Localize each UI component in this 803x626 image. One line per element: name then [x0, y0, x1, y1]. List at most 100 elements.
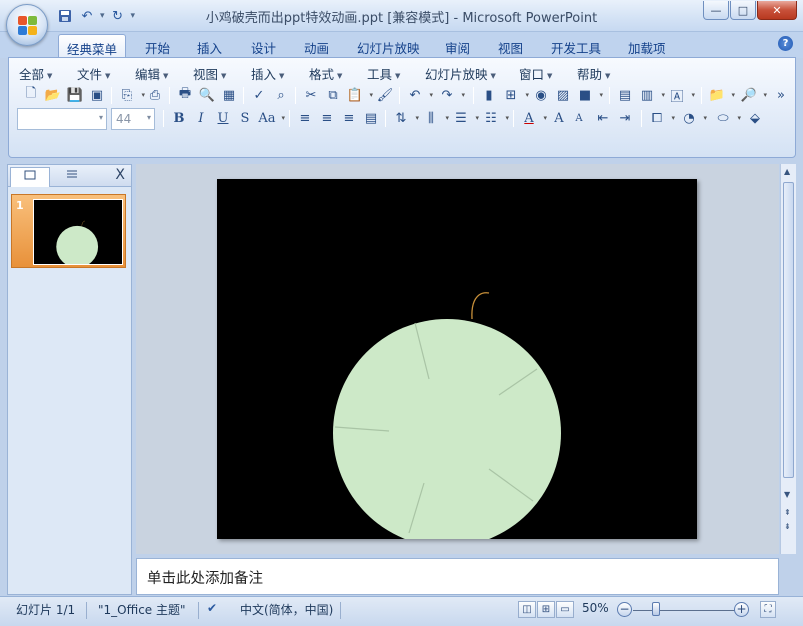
align-center-icon[interactable]: ≡ [317, 108, 337, 128]
menu-insert[interactable]: 插入 ▼ [251, 64, 284, 83]
cut-icon[interactable]: ✂ [301, 85, 321, 105]
underline-button[interactable]: U [213, 108, 233, 128]
notes-pane[interactable]: 单击此处添加备注 [136, 558, 779, 595]
scroll-thumb[interactable] [783, 182, 794, 478]
menu-tools[interactable]: 工具 ▼ [367, 64, 400, 83]
tab-slides[interactable] [10, 167, 50, 187]
shadow-button[interactable]: S [235, 108, 255, 128]
more-icon[interactable]: » [771, 85, 791, 105]
justify-icon[interactable]: ▤ [361, 108, 381, 128]
scroll-down-icon[interactable]: ▼ [784, 490, 790, 499]
align-right-icon[interactable]: ≡ [339, 108, 359, 128]
shrink-font-button[interactable]: A [569, 108, 589, 128]
tab-home[interactable]: 开始 [137, 34, 178, 58]
text-direction-icon[interactable]: ⇅ [391, 108, 419, 128]
office-button[interactable] [6, 4, 48, 46]
save-as-pdf-icon[interactable]: ▣ [87, 85, 107, 105]
close-pane-icon[interactable]: X [115, 167, 125, 183]
columns-icon[interactable]: ⫼ [421, 108, 449, 128]
numbering-icon[interactable]: ☰ [451, 108, 479, 128]
font-size-combo[interactable]: 44 [111, 108, 155, 130]
menu-format[interactable]: 格式 ▼ [309, 64, 342, 83]
scroll-up-icon[interactable]: ▲ [784, 167, 790, 176]
permission-icon[interactable]: ⎙ [145, 85, 165, 105]
tab-view[interactable]: 视图 [490, 34, 531, 58]
slideshow-view-icon[interactable]: ▭ [556, 601, 574, 618]
menu-window[interactable]: 窗口 ▼ [519, 64, 552, 83]
zoom-in-icon[interactable]: + [734, 602, 749, 617]
grow-font-button[interactable]: A [549, 108, 569, 128]
menu-all[interactable]: 全部 ▼ [19, 64, 52, 83]
new-icon[interactable]: 🗋 [21, 85, 41, 105]
proofing-icon[interactable]: ✔ [207, 601, 217, 615]
color-fill-icon[interactable]: ■ [575, 85, 603, 105]
fill-bucket-icon[interactable]: ⬙ [745, 108, 765, 128]
font-name-combo[interactable] [17, 108, 107, 130]
close-button[interactable]: ✕ [757, 1, 797, 20]
bullets-icon[interactable]: ☷ [481, 108, 509, 128]
copy-icon[interactable]: ⧉ [323, 85, 343, 105]
new-slide-icon[interactable]: ▤ [615, 85, 635, 105]
previous-slide-icon[interactable]: ⇞ [784, 508, 791, 517]
change-case-button[interactable]: Aa [257, 108, 285, 128]
chart-icon[interactable]: ▮ [479, 85, 499, 105]
redo-icon[interactable]: ↷ [437, 85, 465, 105]
tab-review[interactable]: 审阅 [437, 34, 478, 58]
align-left-icon[interactable]: ≡ [295, 108, 315, 128]
menu-slideshow[interactable]: 幻灯片放映 ▼ [425, 64, 496, 83]
menu-file[interactable]: 文件 ▼ [77, 64, 110, 83]
minimize-button[interactable]: — [703, 1, 729, 20]
tab-insert[interactable]: 插入 [189, 34, 230, 58]
font-color-button[interactable]: A [519, 108, 547, 128]
picture-icon[interactable]: ▨ [553, 85, 573, 105]
decrease-indent-icon[interactable]: ⇤ [593, 108, 613, 128]
zoom-icon[interactable]: 🔎 [739, 85, 767, 105]
zoom-level[interactable]: 50% [582, 601, 609, 615]
shapes-icon[interactable]: ◔ [679, 108, 707, 128]
tab-design[interactable]: 设计 [243, 34, 284, 58]
fit-to-window-icon[interactable]: ⛶ [760, 601, 776, 618]
tab-developer[interactable]: 开发工具 [543, 34, 609, 58]
bold-button[interactable]: B [169, 108, 189, 128]
zoom-out-icon[interactable]: − [617, 602, 632, 617]
menu-help[interactable]: 帮助 ▼ [577, 64, 610, 83]
print-preview-icon[interactable]: 🔍 [197, 85, 217, 105]
clipart-icon[interactable]: ◉ [531, 85, 551, 105]
tab-animations[interactable]: 动画 [296, 34, 337, 58]
slide[interactable] [217, 179, 697, 539]
shape-style-icon[interactable]: ⬭ [713, 108, 741, 128]
tab-classic-menu[interactable]: 经典菜单 [58, 34, 127, 58]
slide-sorter-icon[interactable]: ⊞ [537, 601, 555, 618]
language-indicator[interactable]: 中文(简体，中国) [240, 601, 333, 618]
help-icon[interactable]: ? [778, 36, 793, 51]
zoom-slider-handle[interactable] [652, 602, 660, 616]
table-icon[interactable]: ⊞ [501, 85, 529, 105]
save-icon[interactable]: 💾 [65, 85, 85, 105]
tab-addins[interactable]: 加载项 [620, 34, 674, 58]
slide-thumbnail-1[interactable]: 1 [11, 194, 126, 268]
arrange-icon[interactable]: ⧠ [647, 108, 675, 128]
text-box-icon[interactable]: 🄰 [667, 85, 695, 105]
undo-icon[interactable]: ↶ [405, 85, 433, 105]
grid-icon[interactable]: ▦ [219, 85, 239, 105]
menu-edit[interactable]: 编辑 ▼ [135, 64, 168, 83]
vertical-scrollbar[interactable]: ▲ ▼ ⇞ ⇟ [780, 164, 796, 554]
print-icon[interactable]: 🖶 [175, 85, 195, 105]
format-painter-icon[interactable]: 🖌 [375, 85, 395, 105]
folder-icon[interactable]: 📁 [707, 85, 735, 105]
zoom-slider-track[interactable] [633, 610, 736, 611]
normal-view-icon[interactable]: ◫ [518, 601, 536, 618]
layout-icon[interactable]: ▥ [637, 85, 665, 105]
menu-view[interactable]: 视图 ▼ [193, 64, 226, 83]
spelling-icon[interactable]: ✓ [249, 85, 269, 105]
next-slide-icon[interactable]: ⇟ [784, 522, 791, 531]
slide-editing-canvas[interactable] [136, 164, 779, 554]
paste-icon[interactable]: 📋 [345, 85, 373, 105]
research-icon[interactable]: ⌕ [271, 85, 291, 105]
italic-button[interactable]: I [191, 108, 211, 128]
tab-slideshow[interactable]: 幻灯片放映 [349, 34, 428, 58]
open-icon[interactable]: 📂 [43, 85, 63, 105]
egg-graphic[interactable] [217, 179, 697, 539]
increase-indent-icon[interactable]: ⇥ [615, 108, 635, 128]
maximize-button[interactable]: □ [730, 1, 756, 20]
